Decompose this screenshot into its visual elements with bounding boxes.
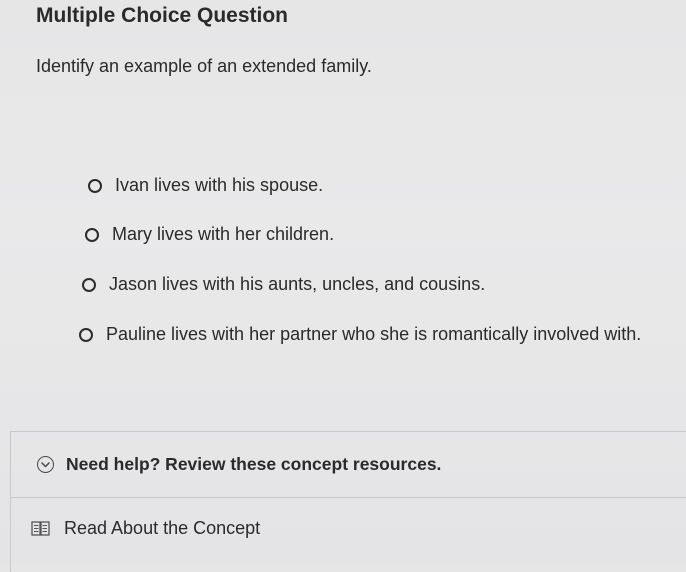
chevron-down-circle-icon[interactable] <box>37 456 54 473</box>
help-toggle[interactable]: Need help? Review these concept resource… <box>37 454 441 475</box>
answer-option-label: Pauline lives with her partner who she i… <box>106 324 642 344</box>
book-icon <box>31 520 50 537</box>
answer-option-label: Jason lives with his aunts, uncles, and … <box>109 274 486 294</box>
question-type-header: Multiple Choice Question <box>36 4 289 27</box>
question-prompt: Identify an example of an extended famil… <box>36 56 372 76</box>
radio-button[interactable] <box>79 327 93 342</box>
concept-resources-panel: Need help? Review these concept resource… <box>10 431 686 572</box>
answer-option[interactable]: Pauline lives with her partner who she i… <box>79 324 641 345</box>
answer-option[interactable]: Mary lives with her children. <box>85 224 334 245</box>
radio-button[interactable] <box>82 277 96 292</box>
read-concept-link[interactable]: Read About the Concept <box>31 518 260 539</box>
answer-option-label: Mary lives with her children. <box>112 224 335 244</box>
answer-option[interactable]: Ivan lives with his spouse. <box>88 175 323 196</box>
resource-label: Read About the Concept <box>64 518 261 538</box>
radio-button[interactable] <box>88 178 102 193</box>
divider <box>11 497 686 498</box>
question-page: Multiple Choice Question Identify an exa… <box>0 0 686 572</box>
radio-button[interactable] <box>85 227 99 242</box>
answer-option[interactable]: Jason lives with his aunts, uncles, and … <box>82 274 485 295</box>
answer-option-label: Ivan lives with his spouse. <box>115 175 324 195</box>
help-title: Need help? Review these concept resource… <box>66 454 442 474</box>
